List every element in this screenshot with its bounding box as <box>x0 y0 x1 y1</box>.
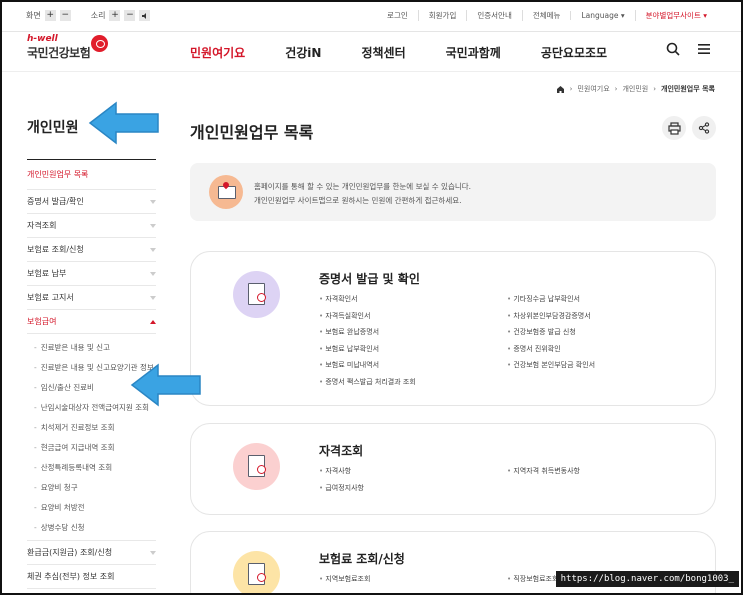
home-icon[interactable] <box>556 85 565 94</box>
sidebar: 개인민원 개인민원업무 목록 증명서 발급/확인 자격조회 보험료 조회/신청 … <box>27 100 156 589</box>
info-text: 홈페이지를 통해 할 수 있는 개인민원업무를 한눈에 보실 수 있습니다. <box>254 182 472 191</box>
card-link[interactable]: 급여정지사항 <box>319 483 364 500</box>
card-link[interactable]: 자격사항 <box>319 466 364 483</box>
certificate-guide-link[interactable]: 인증서안내 <box>466 10 522 21</box>
card-list: 기타징수금 납부확인서 차상위본인부담경감증명서 건강보험증 발급 신청 증명서… <box>507 294 595 377</box>
card-link[interactable]: 기타징수금 납부확인서 <box>507 294 595 311</box>
card-list: 지역자격 취득변동사항 <box>507 466 580 483</box>
sidebar-item-list[interactable]: 개인민원업무 목록 <box>27 160 156 190</box>
site-logo[interactable]: h-well 국민건강보험 <box>27 34 108 61</box>
blog-watermark: https://blog.naver.com/bong1003_ <box>555 571 739 587</box>
annotation-arrow-icon <box>88 101 159 145</box>
nav-civil-service[interactable]: 민원여기요 <box>190 44 245 61</box>
utility-bar: 화면 + − 소리 + − 로그인 회원가입 인증서안내 전체메뉴 Langua… <box>0 0 743 32</box>
card-link[interactable]: 보험료 미납내역서 <box>319 360 416 377</box>
breadcrumb-item[interactable]: 개인민원 <box>622 84 648 94</box>
card-link[interactable]: 지역보험료조회 <box>319 574 370 591</box>
nav-about[interactable]: 공단요모조모 <box>541 44 607 61</box>
submenu-item[interactable]: 진료받은 내용 및 신고 <box>34 337 156 357</box>
menu-icon[interactable] <box>697 42 711 56</box>
card-title: 보험료 조회/신청 <box>319 552 405 566</box>
volume-up-button[interactable]: + <box>109 10 121 21</box>
card-link[interactable]: 자격확인서 <box>319 294 416 311</box>
sidebar-item-eligibility[interactable]: 자격조회 <box>27 214 156 238</box>
print-icon <box>667 121 681 135</box>
card-link[interactable]: 증명서 팩스발급 처리결과 조회 <box>319 377 415 394</box>
card-link[interactable]: 지역자격 취득변동사항 <box>507 466 580 483</box>
submenu-item[interactable]: 요양비 처방전 <box>34 497 156 517</box>
page-title: 개인민원업무 목록 <box>190 123 314 142</box>
annotation-arrow-icon <box>130 363 201 407</box>
business-sites-select[interactable]: 분야별업무사이트 ▾ <box>634 10 717 21</box>
sidebar-item-refund[interactable]: 환급금(지원금) 조회/신청 <box>27 541 156 565</box>
card-link[interactable]: 건강보험증 발급 신청 <box>507 327 595 344</box>
share-icon <box>698 122 710 134</box>
screen-zoom-label: 화면 <box>26 11 41 20</box>
card-list: 직장보험료조회 <box>507 574 558 591</box>
search-icon[interactable] <box>666 42 680 56</box>
nav-with-people[interactable]: 국민과함께 <box>446 44 501 61</box>
chevron-down-icon <box>150 271 156 276</box>
chevron-down-icon <box>150 550 156 555</box>
chevron-down-icon <box>150 199 156 204</box>
submenu-item[interactable]: 치석제거 진료정보 조회 <box>34 417 156 437</box>
sidebar-item-premium-notice[interactable]: 보험료 고지서 <box>27 286 156 310</box>
all-menu-link[interactable]: 전체메뉴 <box>521 10 571 21</box>
nav-policy-center[interactable]: 정책센터 <box>361 44 405 61</box>
card-link[interactable]: 건강보험 본인부담금 확인서 <box>507 360 595 377</box>
monitor-location-icon <box>209 175 243 209</box>
card-title: 자격조회 <box>319 444 364 458</box>
chevron-down-icon <box>150 223 156 228</box>
card-link[interactable]: 직장보험료조회 <box>507 574 558 591</box>
card-list: 자격사항 급여정지사항 <box>319 466 364 499</box>
login-link[interactable]: 로그인 <box>377 10 418 21</box>
logo-tagline: h-well <box>27 34 58 44</box>
submenu-item[interactable]: 요양비 청구 <box>34 477 156 497</box>
signup-link[interactable]: 회원가입 <box>417 10 467 21</box>
chevron-down-icon <box>150 295 156 300</box>
print-button[interactable] <box>662 116 686 140</box>
breadcrumb-item[interactable]: 민원여기요 <box>577 84 609 94</box>
card-certificate: 증명서 발급 및 확인 자격확인서 자격득실확인서 보험료 완납증명서 보험료 … <box>190 251 716 406</box>
logo-name: 국민건강보험 <box>27 46 91 60</box>
volume-down-button[interactable]: − <box>124 10 136 21</box>
card-link[interactable]: 보험료 완납증명서 <box>319 327 416 344</box>
language-select[interactable]: Language ▾ <box>570 11 634 20</box>
speaker-icon[interactable] <box>139 10 151 21</box>
sidebar-item-debt-collection[interactable]: 체권 추심(전부) 정보 조회 <box>27 565 156 589</box>
submenu-item[interactable]: 현금급여 지급내역 조회 <box>34 437 156 457</box>
sound-label: 소리 <box>90 11 106 20</box>
share-button[interactable] <box>692 116 716 140</box>
sidebar-item-premium-payment[interactable]: 보험료 납부 <box>27 262 156 286</box>
info-text: 개인민원업무 사이트맵으로 원하시는 민원에 간편하게 접근하세요. <box>254 196 462 205</box>
nav-health-in[interactable]: 건강iN <box>285 44 321 61</box>
submenu-item[interactable]: 산정특례등록내역 조회 <box>34 457 156 477</box>
site-header: h-well 국민건강보험 민원여기요 건강iN 정책센터 국민과함께 공단요모… <box>0 32 743 72</box>
submenu-item[interactable]: 상병수당 신청 <box>34 517 156 537</box>
eligibility-icon <box>233 443 280 490</box>
card-link[interactable]: 자격득실확인서 <box>319 311 416 328</box>
certificate-icon <box>233 271 280 318</box>
premium-icon <box>233 551 280 595</box>
logo-bubble-icon <box>91 35 108 52</box>
main-nav: 민원여기요 건강iN 정책센터 국민과함께 공단요모조모 <box>190 44 647 61</box>
sidebar-item-certificate[interactable]: 증명서 발급/확인 <box>27 190 156 214</box>
card-link[interactable]: 보험료 납부확인서 <box>319 344 416 361</box>
card-list: 지역보험료조회 <box>319 574 370 591</box>
chevron-down-icon <box>150 247 156 252</box>
card-title: 증명서 발급 및 확인 <box>319 272 420 286</box>
breadcrumb-current: 개인민원업무 목록 <box>661 85 715 93</box>
breadcrumb: › 민원여기요 › 개인민원 › 개인민원업무 목록 <box>556 84 715 94</box>
zoom-out-button[interactable]: − <box>59 10 71 21</box>
zoom-in-button[interactable]: + <box>44 10 56 21</box>
chevron-up-icon <box>150 319 156 324</box>
card-list: 자격확인서 자격득실확인서 보험료 완납증명서 보험료 납부확인서 보험료 미납… <box>319 294 416 394</box>
card-link[interactable]: 차상위본인부담경감증명서 <box>507 311 595 328</box>
card-link[interactable]: 증명서 진위확인 <box>507 344 595 361</box>
info-box: 홈페이지를 통해 할 수 있는 개인민원업무를 한눈에 보실 수 있습니다. 개… <box>190 163 716 221</box>
sidebar-item-benefits[interactable]: 보험급여 <box>27 310 156 334</box>
card-eligibility: 자격조회 자격사항 급여정지사항 지역자격 취득변동사항 <box>190 423 716 515</box>
sidebar-item-premium-inquiry[interactable]: 보험료 조회/신청 <box>27 238 156 262</box>
